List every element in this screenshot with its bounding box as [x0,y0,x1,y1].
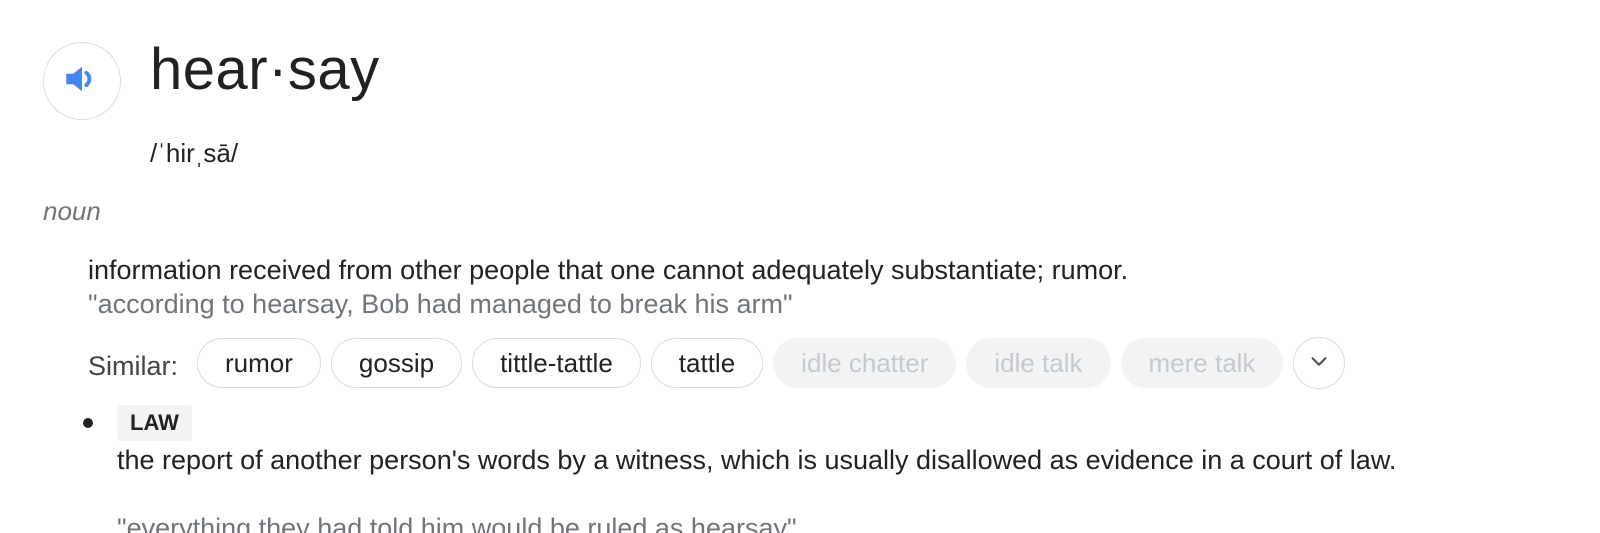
definition-2: the report of another person's words by … [117,445,1397,475]
similar-chip[interactable]: rumor [197,338,321,388]
speaker-icon [61,58,103,105]
pronunciation-audio-button[interactable] [43,42,121,120]
similar-chip[interactable]: gossip [330,338,463,388]
headword: hear·say [150,37,380,102]
list-bullet [83,418,93,428]
chevron-down-icon [1308,350,1330,377]
example-2: "everything they had told him would be r… [117,513,797,533]
similar-chip[interactable]: tittle-tattle [472,338,641,388]
example-1: "according to hearsay, Bob had managed t… [88,289,793,319]
similar-chip[interactable]: tattle [650,338,764,388]
similar-label: Similar: [88,350,179,381]
phonetic-spelling: /ˈhirˌsā/ [150,138,239,168]
definition-1: information received from other people t… [88,255,1129,285]
part-of-speech: noun [43,196,101,226]
expand-similar-button[interactable] [1293,337,1346,389]
similar-chip-faded[interactable]: idle talk [966,338,1111,388]
similar-chip-faded[interactable]: mere talk [1120,338,1284,388]
similar-words-row: Similar: rumor gossip tittle-tattle tatt… [88,337,1346,389]
dictionary-card: hear·say /ˈhirˌsā/ noun information rece… [0,0,1600,533]
domain-badge: LAW [117,405,192,441]
similar-chip-faded[interactable]: idle chatter [773,338,957,388]
